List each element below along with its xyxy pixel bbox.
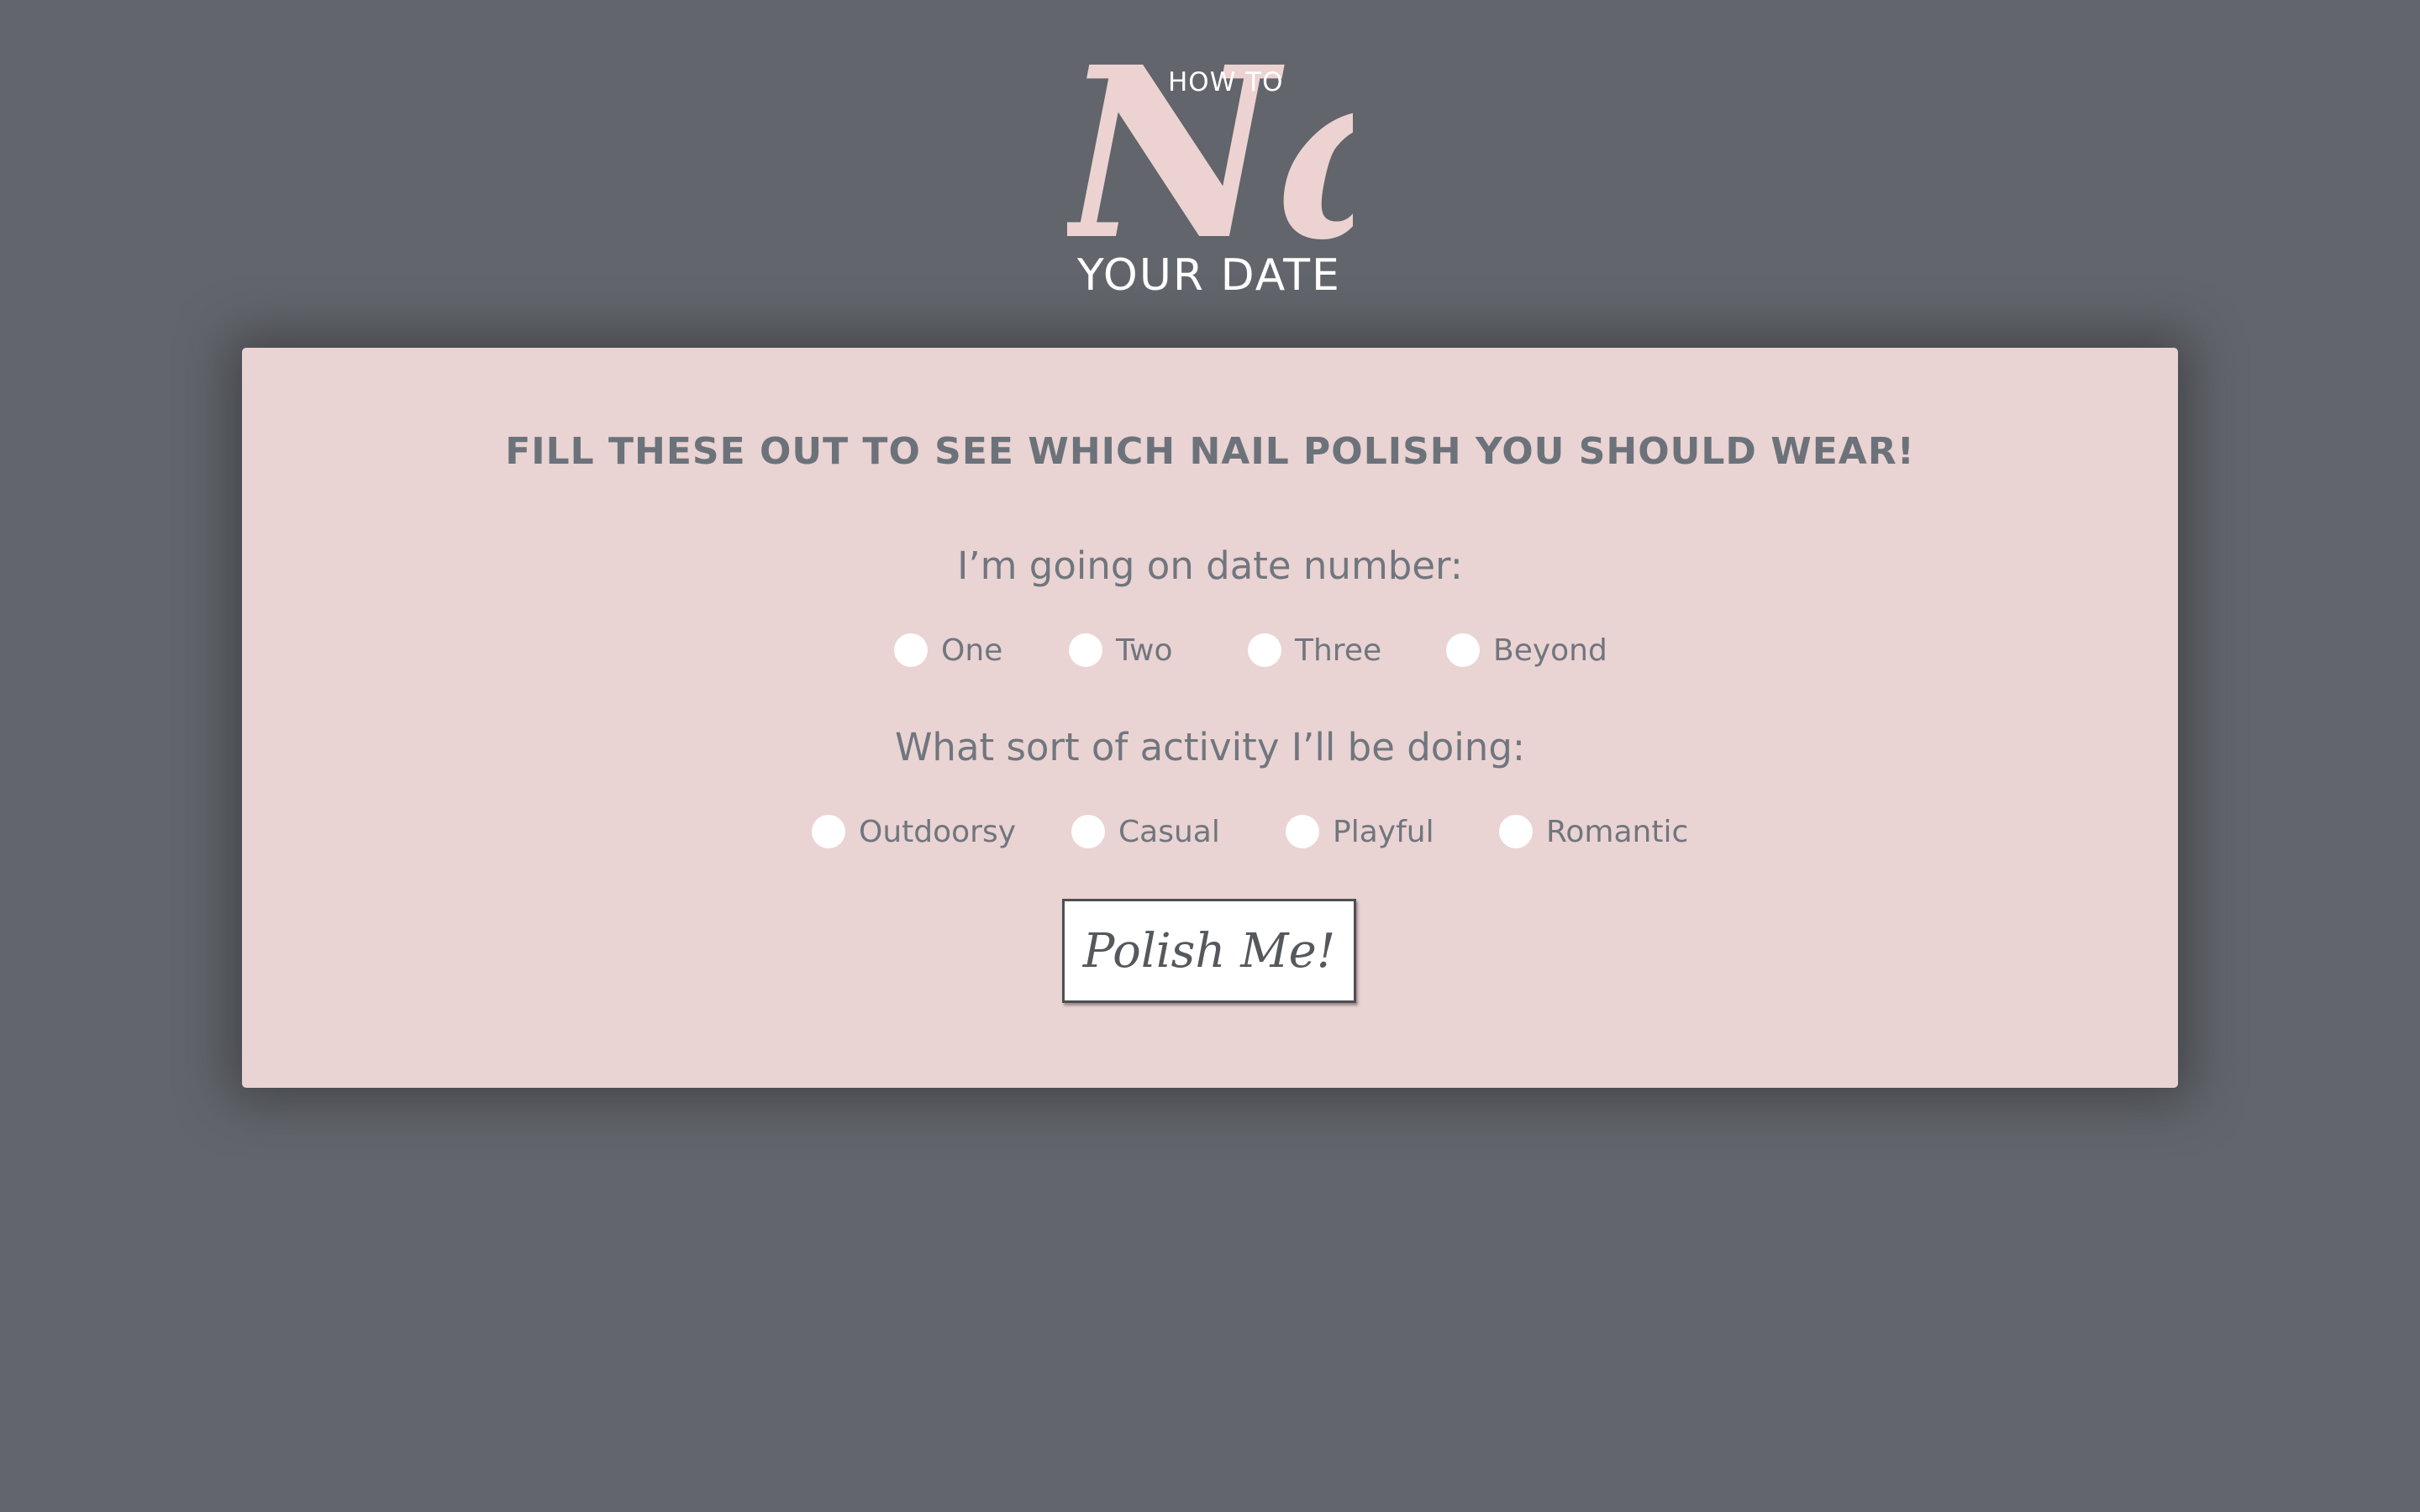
activity-option-casual[interactable]: Casual	[1071, 806, 1220, 857]
activity-options: Outdoorsy Casual Playful Romantic	[242, 806, 2178, 857]
activity-question: What sort of activity I’ll be doing:	[894, 725, 1526, 769]
radio-button[interactable]	[1248, 633, 1281, 667]
option-label: Beyond	[1493, 633, 1607, 668]
date-option-two[interactable]: Two	[1069, 625, 1173, 675]
logo: Nail HOW TO YOUR DATE	[1067, 30, 1353, 307]
activity-option-outdoorsy[interactable]: Outdoorsy	[812, 806, 1016, 857]
radio-button[interactable]	[1069, 633, 1102, 667]
svg-text:Nail: Nail	[1067, 30, 1353, 257]
polish-me-button[interactable]: Polish Me!	[1062, 899, 1356, 1003]
option-label: Playful	[1333, 814, 1434, 849]
quiz-card: FILL THESE OUT TO SEE WHICH NAIL POLISH …	[242, 348, 2178, 1088]
date-number-options: One Two Three Beyond	[242, 625, 2178, 675]
logo-how-to-text: HOW TO	[1168, 67, 1284, 97]
option-label: Outdoorsy	[859, 814, 1017, 849]
polish-me-label: Polish Me!	[1082, 923, 1336, 979]
date-number-question: I’m going on date number:	[957, 543, 1463, 588]
quiz-heading: FILL THESE OUT TO SEE WHICH NAIL POLISH …	[505, 430, 1915, 473]
radio-button[interactable]	[1446, 633, 1480, 667]
logo-nail-script: Nail	[1067, 30, 1353, 257]
radio-button[interactable]	[894, 633, 928, 667]
option-label: One	[941, 633, 1003, 668]
radio-button[interactable]	[812, 815, 845, 848]
radio-button[interactable]	[1071, 815, 1105, 848]
radio-button[interactable]	[1286, 815, 1319, 848]
option-label: Three	[1295, 633, 1382, 668]
activity-option-playful[interactable]: Playful	[1286, 806, 1434, 857]
option-label: Casual	[1118, 814, 1220, 849]
date-option-beyond[interactable]: Beyond	[1446, 625, 1607, 675]
option-label: Two	[1116, 633, 1173, 668]
radio-button[interactable]	[1499, 815, 1533, 848]
option-label: Romantic	[1546, 814, 1689, 849]
date-option-one[interactable]: One	[894, 625, 1002, 675]
activity-option-romantic[interactable]: Romantic	[1499, 806, 1688, 857]
date-option-three[interactable]: Three	[1248, 625, 1381, 675]
logo-your-date-text: YOUR DATE	[1077, 250, 1341, 301]
